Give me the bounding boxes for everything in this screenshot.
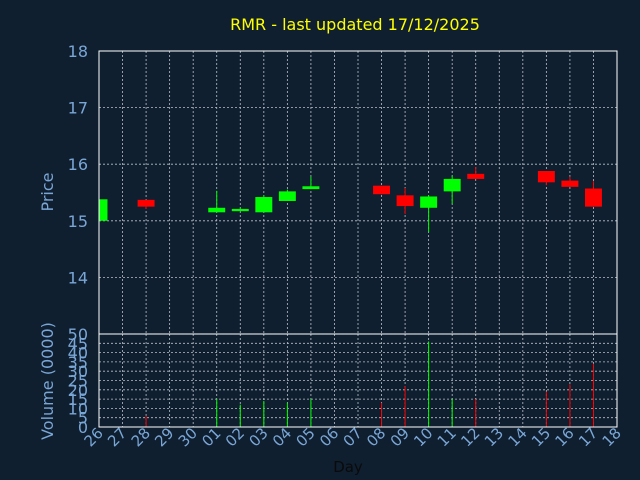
chart-title: RMR - last updated 17/12/2025	[230, 15, 480, 34]
candle-body-down	[467, 173, 485, 179]
candle-body-up	[208, 207, 226, 213]
candle-body-down	[537, 170, 555, 183]
candle-body-down	[584, 188, 602, 207]
x-axis-label: Day	[333, 458, 363, 476]
price-tick-label: 14	[68, 268, 88, 287]
candle-body-down	[373, 185, 391, 195]
candle-body-up	[420, 196, 438, 208]
price-tick-label: 17	[68, 99, 88, 118]
price-tick-label: 18	[68, 42, 88, 61]
candle-body-up	[231, 208, 249, 212]
price-tick-label: 16	[68, 155, 88, 174]
candle-body-down	[396, 195, 414, 207]
chart-figure: RMR - last updated 17/12/2025 Price Volu…	[0, 0, 640, 480]
x-axis-ticks: 2627282930010203040506070809101112131415…	[81, 424, 625, 450]
candle-body-up	[302, 186, 320, 190]
volume-axis-label: Volume (0000)	[38, 322, 57, 440]
price-tick-label: 15	[68, 212, 88, 231]
candle-body-up	[99, 199, 108, 221]
candle-body-up	[255, 197, 273, 213]
candle-body-up	[278, 191, 296, 201]
candle-body-down	[561, 180, 579, 187]
candle-body-up	[443, 178, 461, 192]
price-axis-label: Price	[38, 172, 57, 211]
candle-body-down	[137, 199, 155, 207]
volume-tick-label: 50	[68, 325, 88, 344]
